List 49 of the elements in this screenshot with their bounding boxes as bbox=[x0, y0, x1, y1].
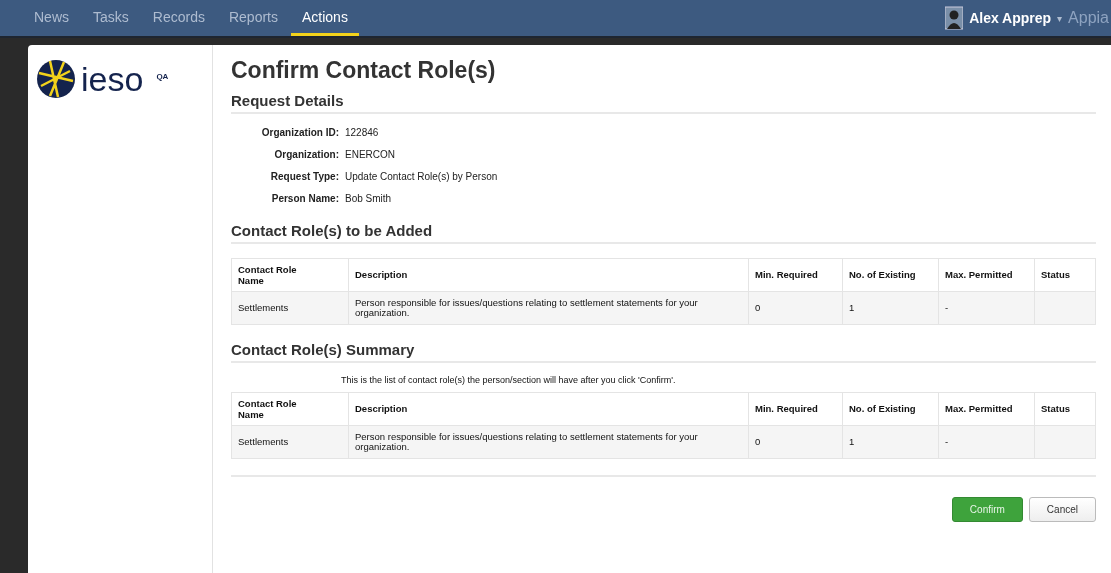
column-header: No. of Existing bbox=[849, 403, 916, 415]
column-header: No. of Existing bbox=[849, 269, 916, 281]
confirm-button[interactable]: Confirm bbox=[951, 497, 1023, 522]
field-label: Organization ID: bbox=[260, 127, 339, 138]
caret-icon[interactable]: ▾ bbox=[1057, 12, 1063, 24]
table-cell: Person responsible for issues/questions relating to settlement statements for your organization. bbox=[355, 430, 698, 452]
column-header: Min. Required bbox=[755, 269, 818, 281]
cancel-button[interactable]: Cancel bbox=[1028, 497, 1096, 522]
nav-tab[interactable]: Actions bbox=[291, 0, 359, 36]
user-menu[interactable]: Alex Apprep bbox=[969, 10, 1052, 26]
section-heading: Request Details bbox=[231, 92, 1096, 114]
column-header: Description bbox=[355, 269, 408, 281]
column-header: Contact Role Name bbox=[238, 397, 298, 421]
column-header: Max. Permitted bbox=[945, 269, 1013, 281]
column-header: Max. Permitted bbox=[945, 403, 1013, 415]
column-header: Status bbox=[1041, 403, 1071, 415]
column-header: Min. Required bbox=[755, 403, 818, 415]
table-cell: 1 bbox=[849, 301, 855, 313]
globe-logo-icon bbox=[36, 59, 76, 99]
nav-tab[interactable]: Records bbox=[141, 0, 216, 36]
field-label: Request Type: bbox=[269, 171, 339, 182]
environment-label: QA bbox=[156, 71, 169, 81]
logo-text: ieso bbox=[81, 62, 144, 96]
nav-tab[interactable]: News bbox=[23, 0, 80, 36]
table-cell: Person responsible for issues/questions relating to settlement statements for your organization. bbox=[355, 296, 698, 318]
field-value: ENERCON bbox=[345, 149, 396, 160]
nav-tab[interactable]: Tasks bbox=[82, 0, 140, 36]
field-value: Bob Smith bbox=[345, 193, 393, 204]
avatar-icon[interactable] bbox=[945, 6, 964, 30]
field-label: Person Name: bbox=[270, 193, 339, 204]
field-value: Update Contact Role(s) by Person bbox=[345, 171, 498, 182]
section-heading: Contact Role(s) Summary bbox=[231, 341, 1096, 363]
nav-tab[interactable]: Reports bbox=[217, 0, 289, 36]
table-cell: Settlements bbox=[238, 435, 289, 447]
section-heading: Contact Role(s) to be Added bbox=[231, 222, 1096, 244]
table-cell: - bbox=[945, 435, 949, 447]
table-cell: Settlements bbox=[238, 301, 289, 313]
brand-name: Appia bbox=[1068, 9, 1109, 27]
table-cell: 0 bbox=[755, 435, 761, 447]
table-cell: - bbox=[945, 301, 949, 313]
info-text: This is the list of contact role(s) the person/section will have after you click 'Confirm'. bbox=[341, 375, 677, 385]
table-cell: 1 bbox=[849, 435, 855, 447]
column-header: Contact Role Name bbox=[238, 263, 298, 287]
field-label: Organization: bbox=[273, 149, 339, 160]
column-header: Description bbox=[355, 403, 408, 415]
page-title: Confirm Contact Role(s) bbox=[231, 57, 497, 84]
table-cell: 0 bbox=[755, 301, 761, 313]
field-value: 122846 bbox=[345, 127, 380, 138]
column-header: Status bbox=[1041, 269, 1071, 281]
